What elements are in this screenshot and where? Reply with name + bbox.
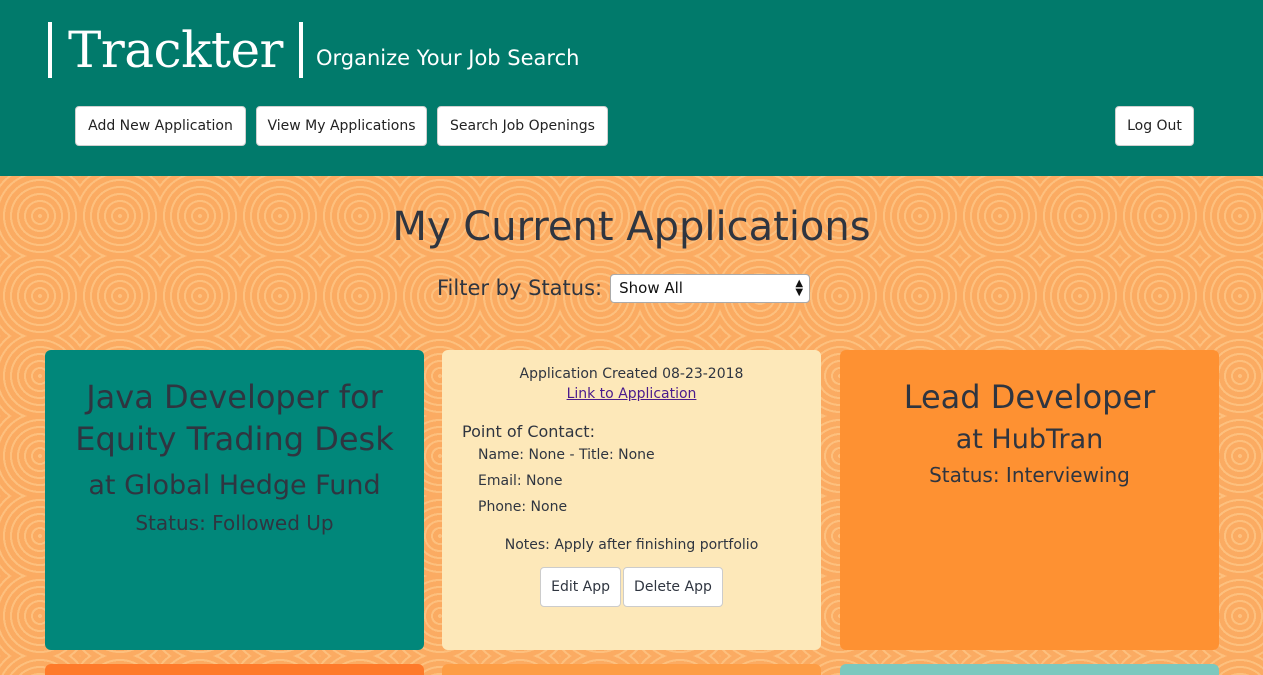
brand-logo[interactable]: Trackter (48, 22, 303, 78)
application-status: Status: Interviewing (929, 463, 1130, 487)
application-status: Status: Followed Up (135, 511, 334, 535)
company-name: at HubTran (955, 424, 1104, 455)
edit-app-button[interactable]: Edit App (540, 567, 622, 607)
search-openings-button[interactable]: Search Job Openings (437, 106, 608, 146)
tagline: Organize Your Job Search (316, 46, 580, 70)
contact-email: Email: None (478, 473, 563, 489)
application-card-peek[interactable] (840, 664, 1219, 675)
application-card-peek[interactable] (442, 664, 821, 675)
updown-arrow-icon: ▲ ▼ (795, 278, 804, 298)
application-link[interactable]: Link to Application (567, 386, 697, 402)
application-card[interactable]: Java Developer for Equity Trading Desk a… (45, 350, 424, 650)
company-name: at Global Hedge Fund (88, 470, 381, 501)
filter-selected-value: Show All (619, 279, 683, 297)
contact-phone: Phone: None (478, 499, 568, 515)
application-card[interactable]: Lead Developer at HubTran Status: Interv… (840, 350, 1219, 650)
job-title: Java Developer for Equity Trading Desk (75, 378, 394, 458)
page-title: My Current Applications (392, 204, 871, 250)
application-notes: Notes: Apply after finishing portfolio (504, 537, 759, 553)
application-card-peek[interactable] (45, 664, 424, 675)
status-filter: Filter by Status: Show All ▲ ▼ (437, 272, 811, 304)
contact-name: Name: None - Title: None (478, 447, 655, 463)
status-filter-select[interactable]: Show All ▲ ▼ (610, 273, 811, 303)
contact-heading: Point of Contact: (462, 422, 595, 441)
delete-app-button[interactable]: Delete App (623, 567, 723, 607)
job-title: Lead Developer (903, 378, 1156, 416)
card-actions: Edit App Delete App (442, 567, 821, 607)
filter-label: Filter by Status: (437, 276, 603, 300)
view-applications-button[interactable]: View My Applications (256, 106, 427, 146)
logout-button[interactable]: Log Out (1115, 106, 1194, 146)
app-header: Trackter Organize Your Job Search Add Ne… (0, 0, 1263, 176)
created-date: Application Created 08-23-2018 (519, 366, 744, 382)
add-application-button[interactable]: Add New Application (75, 106, 246, 146)
application-card-details: Application Created 08-23-2018 Link to A… (442, 350, 821, 650)
